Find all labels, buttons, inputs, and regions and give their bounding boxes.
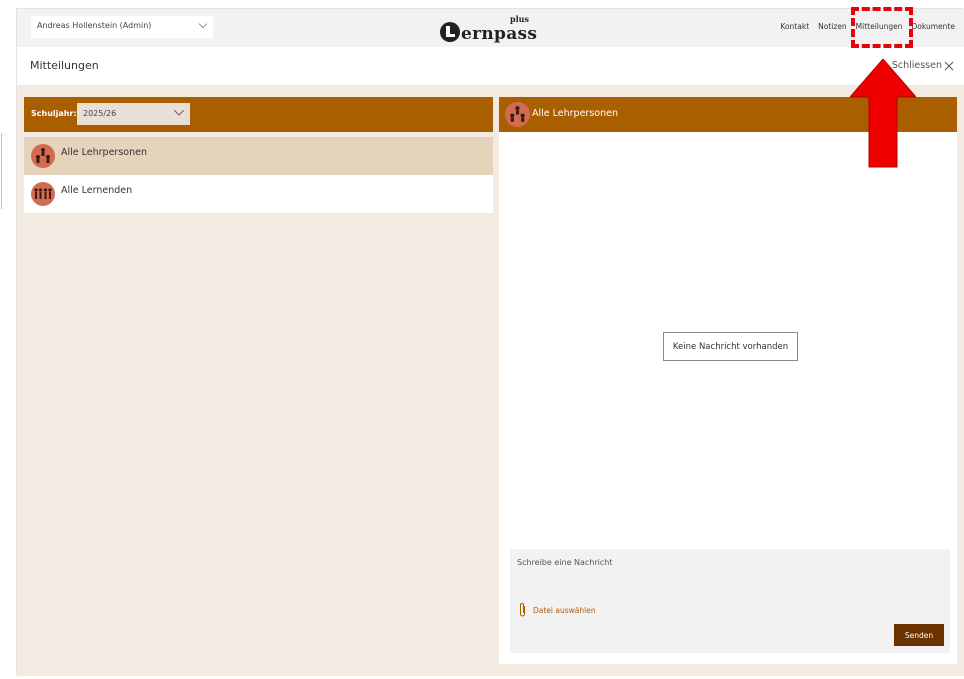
send-button[interactable]: Senden bbox=[894, 624, 944, 646]
group-item-label: Alle Lernenden bbox=[61, 185, 133, 196]
teachers-group-icon bbox=[505, 102, 530, 127]
user-select[interactable]: Andreas Hollenstein (Admin) bbox=[31, 16, 213, 38]
close-icon bbox=[944, 61, 954, 70]
group-item-alle-lernenden[interactable]: Alle Lernenden bbox=[24, 175, 493, 213]
logo-mark-icon bbox=[440, 22, 460, 42]
message-composer[interactable]: Schreibe eine Nachricht Datei auswählen … bbox=[510, 549, 950, 653]
logo-plus: plus bbox=[510, 14, 529, 24]
app-window: Andreas Hollenstein (Admin) ernpass plus… bbox=[16, 7, 964, 676]
arrow-up-icon bbox=[850, 59, 916, 168]
school-year-select[interactable]: 2025/26 bbox=[77, 103, 190, 125]
school-year-value: 2025/26 bbox=[83, 109, 117, 118]
top-bar: Andreas Hollenstein (Admin) ernpass plus… bbox=[17, 9, 964, 47]
school-year-label: Schuljahr: bbox=[31, 109, 77, 118]
school-year-bar: Schuljahr: 2025/26 bbox=[24, 97, 493, 132]
page-header: Mitteilungen Schliessen bbox=[17, 47, 964, 85]
nav-dokumente[interactable]: Dokumente bbox=[912, 22, 955, 31]
chevron-down-icon bbox=[174, 110, 184, 116]
message-input[interactable]: Schreibe eine Nachricht bbox=[517, 558, 613, 567]
lernpass-logo[interactable]: ernpass plus bbox=[440, 14, 550, 44]
nav-notizen[interactable]: Notizen bbox=[818, 22, 847, 31]
logo-text: ernpass bbox=[461, 24, 538, 44]
nav-kontakt[interactable]: Kontakt bbox=[780, 22, 809, 31]
highlight-box bbox=[851, 7, 913, 48]
chevron-down-icon bbox=[199, 23, 207, 29]
edge-marker bbox=[0, 133, 2, 209]
empty-message: Keine Nachricht vorhanden bbox=[663, 332, 798, 361]
students-group-icon bbox=[31, 182, 55, 206]
file-select-label: Datei auswählen bbox=[533, 605, 596, 615]
user-select-value: Andreas Hollenstein (Admin) bbox=[37, 21, 152, 30]
group-item-alle-lehrpersonen[interactable]: Alle Lehrpersonen bbox=[24, 137, 493, 175]
group-item-label: Alle Lehrpersonen bbox=[61, 147, 147, 158]
main-content: Schuljahr: 2025/26 Alle Lehrpersonen All… bbox=[17, 85, 964, 676]
conversation-panel: Alle Lehrpersonen Keine Nachricht vorhan… bbox=[499, 97, 957, 664]
teachers-group-icon bbox=[31, 144, 55, 168]
page-title: Mitteilungen bbox=[30, 59, 99, 72]
paperclip-icon bbox=[520, 603, 525, 617]
conversation-title: Alle Lehrpersonen bbox=[532, 108, 618, 119]
file-select-link[interactable]: Datei auswählen bbox=[518, 602, 596, 618]
group-list-panel: Schuljahr: 2025/26 Alle Lehrpersonen All… bbox=[24, 97, 493, 668]
